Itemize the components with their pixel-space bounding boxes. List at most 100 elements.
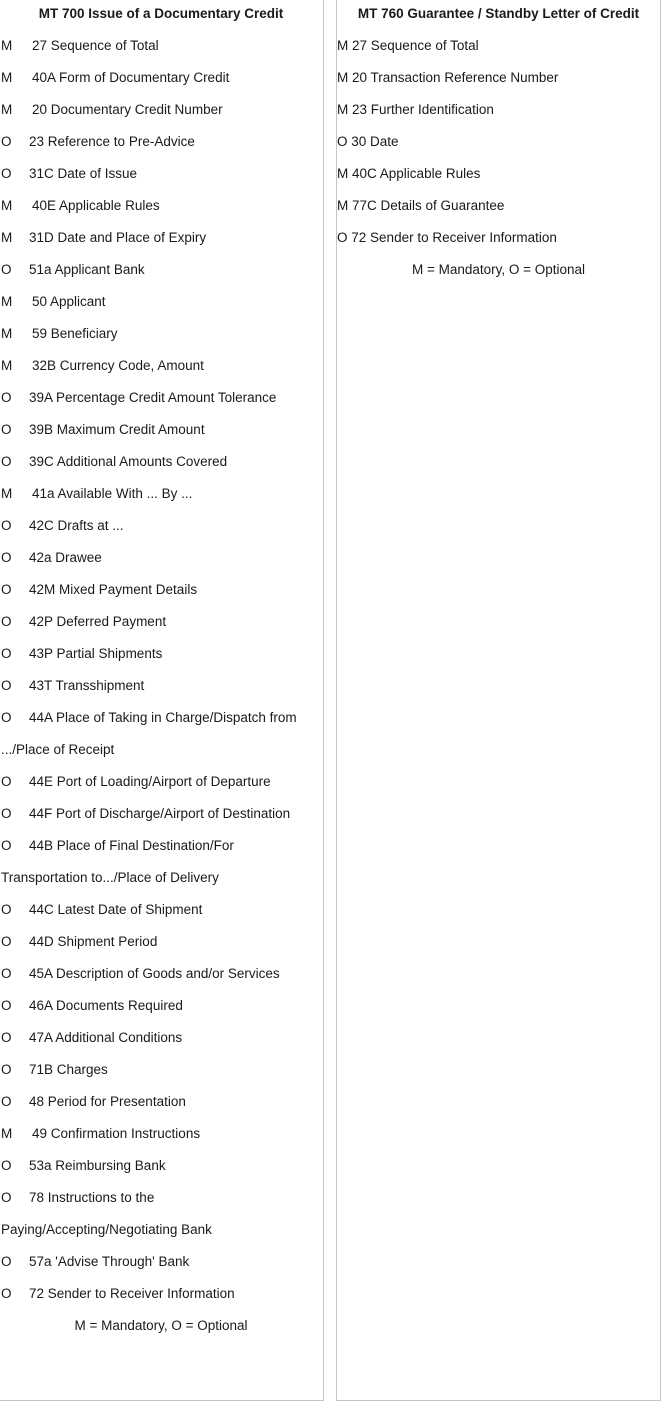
field-label: 57a 'Advise Through' Bank <box>29 1254 190 1269</box>
field-status-flag: O <box>1 806 12 821</box>
field-row: O 42a Drawee <box>0 542 323 574</box>
field-label: 32B Currency Code, Amount <box>32 358 204 373</box>
field-label: 48 Period for Presentation <box>29 1094 186 1109</box>
field-row: M 20 Documentary Credit Number <box>0 94 323 126</box>
field-row: O 39C Additional Amounts Covered <box>0 446 323 478</box>
field-row: M 41a Available With ... By ... <box>0 478 323 510</box>
field-label: 78 Instructions to the <box>29 1190 155 1205</box>
field-status-flag: O <box>1 614 12 629</box>
field-label: 43P Partial Shipments <box>29 646 163 661</box>
field-label: 49 Confirmation Instructions <box>32 1126 201 1141</box>
field-label-continuation: Transportation to.../Place of Delivery <box>1 870 219 885</box>
field-row: O 42M Mixed Payment Details <box>0 574 323 606</box>
field-label: 39C Additional Amounts Covered <box>29 454 228 469</box>
field-status-flag: O <box>1 422 12 437</box>
field-label: 50 Applicant <box>32 294 106 309</box>
field-row: O 30 Date <box>337 126 660 158</box>
field-label: 27 Sequence of Total <box>352 38 479 53</box>
field-status-flag: M <box>1 326 13 341</box>
field-label: 40A Form of Documentary Credit <box>32 70 230 85</box>
field-label: 39B Maximum Credit Amount <box>29 422 205 437</box>
field-label: 39A Percentage Credit Amount Tolerance <box>29 390 277 405</box>
field-status-flag: O <box>1 454 12 469</box>
field-status-flag: M <box>337 70 349 85</box>
field-label: 44C Latest Date of Shipment <box>29 902 203 917</box>
field-row: O 78 Instructions to the <box>0 1182 323 1214</box>
field-label: 40E Applicable Rules <box>32 198 160 213</box>
field-row: O 44D Shipment Period <box>0 926 323 958</box>
field-row: O 53a Reimbursing Bank <box>0 1150 323 1182</box>
field-row: O 44E Port of Loading/Airport of Departur… <box>0 766 323 798</box>
field-status-flag: M <box>337 198 349 213</box>
field-row: M 40E Applicable Rules <box>0 190 323 222</box>
field-label-continuation: .../Place of Receipt <box>1 742 115 757</box>
field-status-flag: O <box>1 1190 12 1205</box>
mt700-field-list: M 27 Sequence of Total M 40A Form of Docume… <box>0 30 323 1310</box>
field-row: O 57a 'Advise Through' Bank <box>0 1246 323 1278</box>
field-status-flag: M <box>1 102 13 117</box>
mt700-column: MT 700 Issue of a Documentary Credit M 27… <box>0 0 324 1401</box>
field-label: 20 Transaction Reference Number <box>352 70 559 85</box>
field-label: 53a Reimbursing Bank <box>29 1158 166 1173</box>
field-row: O 42C Drafts at ... <box>0 510 323 542</box>
field-row: M 40A Form of Documentary Credit <box>0 62 323 94</box>
field-status-flag: O <box>1 1158 12 1173</box>
field-status-flag: O <box>1 518 12 533</box>
field-status-flag: O <box>1 134 12 149</box>
field-label: 31D Date and Place of Expiry <box>29 230 207 245</box>
field-row: M 59 Beneficiary <box>0 318 323 350</box>
field-label: 46A Documents Required <box>29 998 183 1013</box>
field-label: 23 Reference to Pre-Advice <box>29 134 195 149</box>
field-status-flag: O <box>1 1286 12 1301</box>
field-status-flag: M <box>1 294 13 309</box>
field-label: 59 Beneficiary <box>32 326 118 341</box>
field-row: M 20 Transaction Reference Number <box>337 62 660 94</box>
field-status-flag: O <box>1 646 12 661</box>
field-label: 51a Applicant Bank <box>29 262 145 277</box>
field-row: O 31C Date of Issue <box>0 158 323 190</box>
field-row: M 32B Currency Code, Amount <box>0 350 323 382</box>
field-row: O 48 Period for Presentation <box>0 1086 323 1118</box>
field-label: 42C Drafts at ... <box>29 518 124 533</box>
field-status-flag: O <box>337 134 348 149</box>
mt760-legend: M = Mandatory, O = Optional <box>411 262 586 277</box>
field-label: 47A Additional Conditions <box>29 1030 183 1045</box>
field-status-flag: M <box>1 198 13 213</box>
field-label: 72 Sender to Receiver Information <box>351 230 557 245</box>
field-row: O 39A Percentage Credit Amount Tolerance <box>0 382 323 414</box>
field-status-flag: M <box>1 70 13 85</box>
field-label: 72 Sender to Receiver Information <box>29 1286 235 1301</box>
mt760-field-list: M 27 Sequence of Total M 20 Transaction R… <box>337 30 660 254</box>
field-status-flag: O <box>1 1062 12 1077</box>
field-status-flag: M <box>337 38 349 53</box>
field-label: 77C Details of Guarantee <box>352 198 505 213</box>
field-row: O 45A Description of Goods and/or Service… <box>0 958 323 990</box>
field-status-flag: O <box>1 774 12 789</box>
field-label: 23 Further Identification <box>352 102 494 117</box>
field-label: 40C Applicable Rules <box>352 166 481 181</box>
field-status-flag: O <box>1 262 12 277</box>
field-row: O 39B Maximum Credit Amount <box>0 414 323 446</box>
field-status-flag: O <box>1 710 12 725</box>
mt700-title: MT 700 Issue of a Documentary Credit <box>38 6 284 21</box>
field-status-flag: M <box>1 358 13 373</box>
field-row: O 42P Deferred Payment <box>0 606 323 638</box>
field-row: O 43P Partial Shipments <box>0 638 323 670</box>
field-status-flag: M <box>337 166 349 181</box>
field-label: 31C Date of Issue <box>29 166 138 181</box>
field-status-flag: M <box>1 38 13 53</box>
field-status-flag: M <box>337 102 349 117</box>
field-row: M 77C Details of Guarantee <box>337 190 660 222</box>
field-label: 42M Mixed Payment Details <box>29 582 198 597</box>
field-row: O 47A Additional Conditions <box>0 1022 323 1054</box>
field-label: 45A Description of Goods and/or Services <box>29 966 280 981</box>
field-label: 42a Drawee <box>29 550 102 565</box>
field-status-flag: O <box>1 998 12 1013</box>
field-row: O 44C Latest Date of Shipment <box>0 894 323 926</box>
mt760-title: MT 760 Guarantee / Standby Letter of Cre… <box>357 6 640 21</box>
field-label: 44F Port of Discharge/Airport of Destina… <box>29 806 291 821</box>
field-label: 44E Port of Loading/Airport of Departure <box>29 774 271 789</box>
field-label: 44B Place of Final Destination/For <box>29 838 234 853</box>
field-row: O 44A Place of Taking in Charge/Dispatch … <box>0 702 323 734</box>
field-status-flag: M <box>1 230 13 245</box>
